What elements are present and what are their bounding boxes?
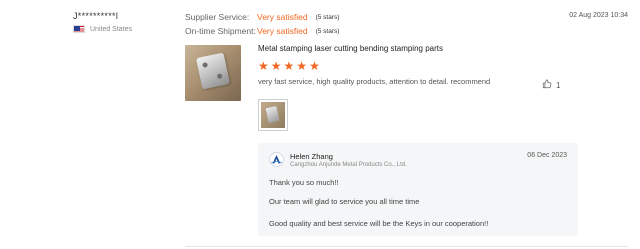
star-icon: ★ xyxy=(258,59,269,73)
like-button[interactable]: 1 xyxy=(542,76,560,94)
bottom-divider xyxy=(185,246,628,247)
ontime-shipment-label: On-time Shipment: xyxy=(185,26,256,36)
ontime-shipment-rating: On-time Shipment: Very satisfied (5 star… xyxy=(185,26,339,36)
us-flag-icon xyxy=(73,25,85,33)
review-photo[interactable] xyxy=(258,99,288,131)
product-title[interactable]: Metal stamping laser cutting bending sta… xyxy=(258,44,443,53)
buyer-name: J**********l xyxy=(73,11,119,21)
supplier-logo xyxy=(269,152,284,167)
reply-date: 06 Dec 2023 xyxy=(527,152,567,159)
reply-line: Our team will glad to service you all ti… xyxy=(269,197,420,206)
supplier-service-rating: Supplier Service: Very satisfied (5 star… xyxy=(185,12,339,22)
product-thumbnail[interactable] xyxy=(185,45,241,101)
star-icon: ★ xyxy=(309,59,320,73)
supplier-reply: Helen Zhang Cangzhou Anjunde Metal Produ… xyxy=(258,143,578,236)
supplier-company: Cangzhou Anjunde Metal Products Co., Ltd… xyxy=(290,162,407,168)
thumbs-up-icon xyxy=(542,76,552,94)
star-rating: ★ ★ ★ ★ ★ xyxy=(258,60,320,72)
supplier-service-value: Very satisfied xyxy=(257,12,308,22)
ontime-shipment-value: Very satisfied xyxy=(257,26,308,36)
buyer-country: United States xyxy=(73,25,132,33)
star-icon: ★ xyxy=(270,59,282,73)
country-label: United States xyxy=(90,25,133,33)
review-text: very fast service, high quality products… xyxy=(258,77,491,86)
reply-line: Thank you so much!! xyxy=(269,178,339,187)
supplier-service-stars: (5 stars) xyxy=(315,13,340,21)
star-icon: ★ xyxy=(283,59,295,73)
star-icon: ★ xyxy=(296,59,308,73)
supplier-service-label: Supplier Service: xyxy=(185,12,250,22)
review-date: 02 Aug 2023 10:34 xyxy=(569,12,628,19)
like-count: 1 xyxy=(556,80,561,90)
reply-line: Good quality and best service will be th… xyxy=(269,219,489,228)
supplier-name: Helen Zhang xyxy=(290,152,333,161)
ontime-shipment-stars: (5 stars) xyxy=(315,27,340,35)
